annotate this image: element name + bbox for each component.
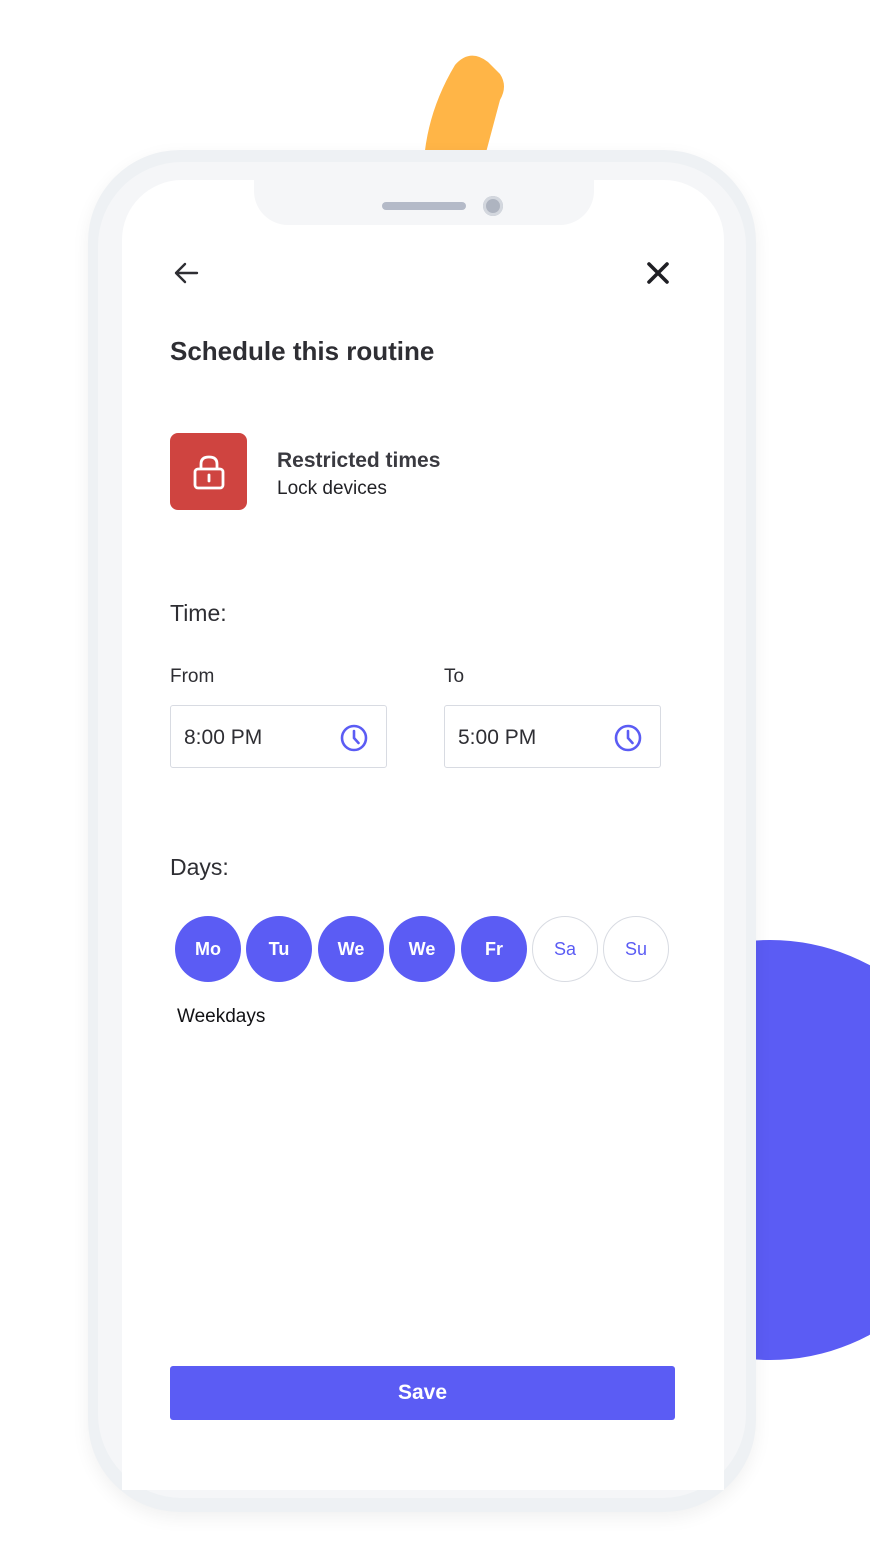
clock-icon[interactable] — [613, 723, 643, 753]
from-time-value: 8:00 PM — [184, 726, 263, 749]
day-chip-th[interactable]: We — [389, 916, 455, 982]
days-summary: Weekdays — [177, 1006, 266, 1027]
arrow-left-icon — [174, 262, 199, 284]
clock-icon[interactable] — [339, 723, 369, 753]
front-camera — [483, 196, 503, 216]
from-label: From — [170, 666, 215, 687]
day-chip-mo[interactable]: Mo — [175, 916, 241, 982]
to-time-value: 5:00 PM — [458, 726, 537, 749]
speaker-grille — [382, 202, 466, 210]
routine-description: Lock devices — [277, 478, 387, 499]
day-chip-sa[interactable]: Sa — [532, 916, 598, 982]
save-button[interactable]: Save — [170, 1366, 675, 1420]
close-button[interactable] — [640, 255, 676, 291]
back-button[interactable] — [168, 255, 204, 291]
days-section-label: Days: — [170, 854, 229, 880]
close-icon — [647, 262, 669, 284]
page-title: Schedule this routine — [170, 336, 435, 366]
routine-icon-tile — [170, 433, 247, 510]
routine-name: Restricted times — [277, 449, 441, 472]
day-chip-fr[interactable]: Fr — [461, 916, 527, 982]
from-time-field[interactable]: 8:00 PM — [170, 705, 387, 768]
phone-notch — [254, 165, 594, 225]
to-time-field[interactable]: 5:00 PM — [444, 705, 661, 768]
marketing-stage: Schedule this routine Restricted times L… — [0, 0, 870, 1564]
lock-icon — [193, 455, 224, 489]
day-chip-we[interactable]: We — [318, 916, 384, 982]
time-section-label: Time: — [170, 600, 227, 626]
to-label: To — [444, 666, 465, 687]
day-chip-su[interactable]: Su — [603, 916, 669, 982]
day-chip-tu[interactable]: Tu — [246, 916, 312, 982]
phone-screen — [122, 180, 724, 1490]
